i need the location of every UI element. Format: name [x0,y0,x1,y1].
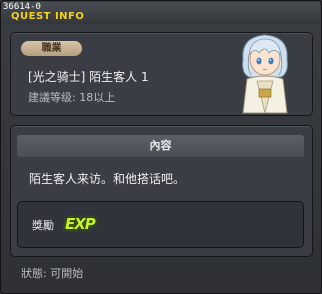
recommended-level: 建議等级: 18以上 [28,91,116,104]
exp-icon: EXP [65,215,96,233]
npc-portrait-icon [242,34,288,114]
reward-panel [17,201,304,248]
quest-description: 陌生客人来访。和他搭话吧。 [29,172,186,186]
job-name: [光之骑士] 陌生客人 1 [28,70,149,84]
job-badge: 職業 [21,41,82,56]
quest-info-window: 36614-0 QUEST INFO 職業 [光之骑士] 陌生客人 1 建議等级… [0,0,322,294]
quest-status: 狀態: 可開始 [21,267,84,280]
reward-label: 獎勵 [32,219,54,232]
window-title: QUEST INFO [11,11,85,22]
content-header: 內容 [17,135,304,157]
